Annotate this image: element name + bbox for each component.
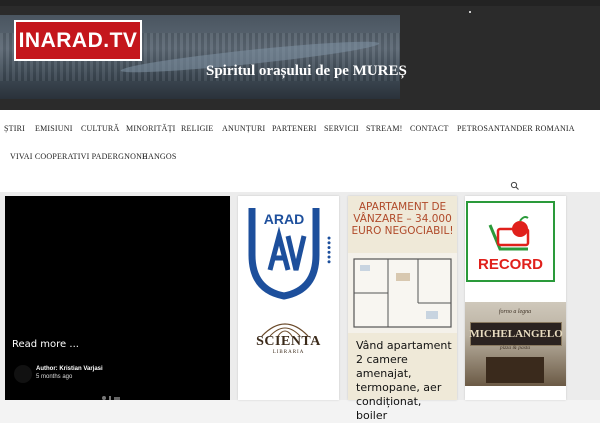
michelangelo-sign: MICHELANGELO <box>469 322 563 346</box>
nav-item-hangos[interactable]: HANGOS <box>142 152 177 161</box>
read-more-link[interactable]: Read more ... <box>12 339 79 350</box>
floorplan-image <box>348 253 457 333</box>
main-nav: ȘTIRI EMISIUNI CULTURĂ MINORITĂȚI RELIGI… <box>0 110 600 192</box>
michelangelo-top-text: forno a legna <box>498 309 532 315</box>
arad-university-logo[interactable]: ARAD ● ● ● ● ● ● <box>244 200 334 300</box>
michelangelo-storefront <box>486 357 544 383</box>
michelangelo-subtitle: pizza & pasta <box>499 345 531 351</box>
apartment-description: Vând apartament 2 camere amenajat, termo… <box>356 339 452 422</box>
top-strip <box>0 0 600 6</box>
nav-item-religie[interactable]: RELIGIE <box>181 124 214 133</box>
post-author[interactable]: Author: Kristian Varjasi <box>36 366 103 372</box>
post-time: 5 months ago <box>36 374 73 380</box>
nav-item-cultura[interactable]: CULTURĂ <box>81 124 119 133</box>
nav-item-parteneri[interactable]: PARTENERI <box>272 124 317 133</box>
nav-item-emisiuni[interactable]: EMISIUNI <box>35 124 73 133</box>
michelangelo-name: MICHELANGELO <box>469 328 563 340</box>
site-logo[interactable]: INARAD.TV <box>14 20 142 61</box>
svg-text:ARAD: ARAD <box>264 211 304 227</box>
svg-text:● ● ● ● ● ●: ● ● ● ● ● ● <box>327 236 332 264</box>
shopping-basket-icon <box>488 216 530 251</box>
apartment-title: APARTAMENT DE VÂNZARE – 34.000 EURO NEGO… <box>351 201 454 237</box>
nav-item-vivai[interactable]: VIVAI COOPERATIVI PADERGNONE <box>10 152 147 161</box>
nav-item-contact[interactable]: CONTACT <box>410 124 449 133</box>
nav-item-stream[interactable]: STREAM! <box>366 124 403 133</box>
top-indicator <box>469 11 471 13</box>
record-name: RECORD <box>477 256 543 273</box>
nav-item-servicii[interactable]: SERVICII <box>324 124 359 133</box>
scienta-subtitle: LIBRARIA <box>272 350 305 355</box>
nav-item-stiri[interactable]: ȘTIRI <box>4 124 25 133</box>
video-controls[interactable] <box>100 394 134 400</box>
search-icon[interactable] <box>510 181 520 191</box>
site-logo-text: INARAD.TV <box>18 28 138 52</box>
author-avatar <box>14 365 32 383</box>
nav-item-anunturi[interactable]: ANUNȚURI <box>222 124 265 133</box>
nav-item-minoritati[interactable]: MINORITĂȚI <box>126 124 176 133</box>
scienta-name: SCIENTA <box>256 334 321 349</box>
nav-item-petrosantander[interactable]: PETROSANTANDER ROMANIA <box>457 124 575 133</box>
site-tagline: Spiritul orașului de pe MUREȘ <box>206 63 407 79</box>
